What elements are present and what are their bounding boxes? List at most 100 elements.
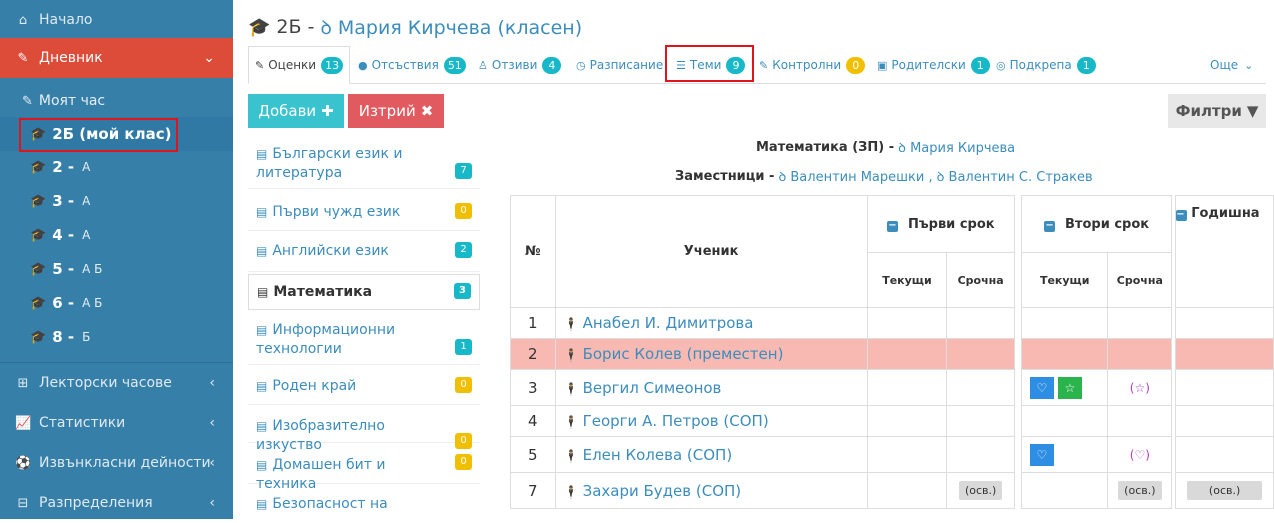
count-badge: 0 — [455, 454, 472, 470]
person-icon: 🕴 — [563, 381, 579, 396]
grade-cell[interactable] — [1107, 405, 1173, 437]
heart-icon[interactable]: ♡ — [1029, 443, 1054, 466]
grade-cell[interactable] — [1175, 405, 1274, 437]
teacher-icon: ꝺ — [898, 141, 911, 156]
grade-cell[interactable] — [1175, 307, 1274, 339]
table-row: 5 🕴 Елен Колева (СОП) ♡ (♡) — [510, 436, 1274, 473]
sidebar-item-class-8[interactable]: 🎓 8 - Б — [0, 320, 233, 354]
teacher-name: Мария Кирчева (класен) — [337, 17, 583, 39]
graduation-cap-icon: 🎓 — [30, 329, 47, 345]
grade-cell[interactable] — [1107, 338, 1173, 370]
student-name: Георги А. Петров (СОП) — [582, 412, 769, 430]
teacher-icon: ꝺ — [320, 17, 338, 39]
grade-cell[interactable] — [1020, 338, 1109, 370]
subject-item[interactable]: ▤ Информационни технологии 1 — [248, 313, 480, 365]
class-label: 3 - — [52, 192, 75, 210]
student-link[interactable]: 🕴 Анабел И. Димитрова — [554, 307, 868, 339]
sidebar-item-diary[interactable]: ✎ Дневник ⌄ — [0, 38, 233, 78]
student-link[interactable]: 🕴 Вергил Симеонов — [554, 369, 868, 406]
delete-button[interactable]: Изтрий ✖ — [348, 94, 444, 128]
sidebar-item-class-4[interactable]: 🎓 4 - А — [0, 218, 233, 252]
subject-label: Първи чужд език — [272, 204, 401, 220]
student-link[interactable]: 🕴 Георги А. Петров (СОП) — [554, 405, 868, 437]
grade-cell[interactable]: ♡ — [1020, 436, 1109, 473]
grade-cell[interactable]: (осв.) — [1107, 472, 1173, 509]
subject-item[interactable]: ▤ Роден край 0 — [248, 369, 480, 405]
subject-item[interactable]: ▤ Домашен бит и техника 0 — [248, 448, 480, 492]
tab-tests[interactable]: ✎ Контролни 0 — [753, 46, 871, 84]
grade-cell[interactable] — [1175, 369, 1274, 406]
col-term1[interactable]: − Първи срок — [866, 195, 1015, 253]
grade-cell[interactable]: (осв.) — [946, 472, 1015, 509]
grade-cell[interactable]: (♡) — [1107, 436, 1173, 473]
sidebar-item-extra[interactable]: ⚽ Извънкласни дейности ‹ — [0, 443, 233, 483]
subject-item[interactable]: ▤ Първи чужд език 0 — [248, 195, 480, 231]
count-badge: 1 — [970, 56, 990, 74]
sidebar-item-class-2[interactable]: 🎓 2 - А — [0, 150, 233, 184]
grade-cell[interactable] — [946, 369, 1015, 406]
grade-cell[interactable] — [866, 436, 948, 473]
substitute-link[interactable]: ꝺ Валентин С. Стракев — [937, 167, 1093, 185]
person-icon: 🕴 — [563, 348, 579, 362]
grade-cell[interactable] — [866, 405, 948, 437]
grade-cell[interactable] — [946, 405, 1015, 437]
count-badge: 1 — [455, 339, 472, 355]
sidebar-item-class-5[interactable]: 🎓 5 - А Б — [0, 252, 233, 286]
teacher-name: Мария Кирчева — [910, 141, 1016, 156]
subject-item[interactable]: ▤ Български език и литература 7 — [248, 137, 480, 189]
grade-cell[interactable] — [1107, 307, 1173, 339]
person-icon: 🕴 — [563, 484, 579, 499]
sidebar-item-home[interactable]: ⌂ Начало — [0, 0, 233, 40]
grade-cell[interactable] — [866, 472, 948, 509]
sidebar-item-my-hour[interactable]: ✎ Моят час — [0, 84, 233, 118]
filter-button[interactable]: Филтри ▼ — [1168, 94, 1266, 128]
count-badge: 1 — [1076, 56, 1096, 74]
sidebar-item-class-6[interactable]: 🎓 6 - А Б — [0, 286, 233, 320]
sidebar-item-lecture[interactable]: ⊞ Лекторски часове ‹ — [0, 363, 233, 403]
grade-cell[interactable] — [1175, 436, 1274, 473]
substitute-link[interactable]: ꝺ Валентин Марешки , — [778, 167, 932, 185]
subject-label: Роден край — [272, 378, 357, 394]
teacher-link[interactable]: ꝺ Мария Кирчева — [898, 138, 1015, 156]
grade-cell[interactable] — [1020, 307, 1109, 339]
student-link[interactable]: 🕴 Елен Колева (СОП) — [554, 436, 868, 473]
tab-parents[interactable]: ▣ Родителски 1 — [871, 46, 996, 84]
grade-cell[interactable] — [1020, 472, 1109, 509]
tab-reviews[interactable]: ♙ Отзиви 4 — [472, 46, 567, 84]
tab-grades[interactable]: ✎ Оценки 13 — [248, 46, 351, 84]
grade-cell[interactable]: (осв.) — [1175, 472, 1274, 509]
sidebar-item-class-3[interactable]: 🎓 3 - А — [0, 184, 233, 218]
subject-item[interactable]: ▤ Английски език 2 — [248, 234, 480, 272]
grade-cell[interactable] — [866, 338, 948, 370]
student-link[interactable]: 🕴 Борис Колев (преместен) — [554, 338, 868, 370]
grade-cell[interactable]: ♡ ☆ — [1020, 369, 1109, 406]
subject-item-active[interactable]: ▤ Математика 3 — [248, 274, 480, 310]
sidebar-item-stats[interactable]: 📈 Статистики ‹ — [0, 403, 233, 443]
star-icon[interactable]: ☆ — [1057, 376, 1082, 399]
sidebar-item-distrib[interactable]: ⊟ Разпределения ‹ — [0, 483, 233, 523]
grade-cell[interactable] — [946, 436, 1015, 473]
tab-schedule[interactable]: ◷ Разписание — [570, 46, 669, 84]
col-year[interactable]: − Годишна — [1175, 195, 1274, 308]
tab-support[interactable]: ◎ Подкрепа 1 — [990, 46, 1102, 84]
student-link[interactable]: 🕴 Захари Будев (СОП) — [554, 472, 868, 509]
teacher-link[interactable]: ꝺ Мария Кирчева (класен) — [320, 14, 582, 40]
grade-cell[interactable] — [1020, 405, 1109, 437]
subject-item[interactable]: ▤ Безопасност на — [248, 487, 480, 523]
tab-more[interactable]: Още ⌄ — [1204, 46, 1259, 84]
grade-cell[interactable] — [946, 307, 1015, 339]
student-name: Захари Будев (СОП) — [582, 481, 742, 500]
add-button[interactable]: Добави ✚ — [248, 94, 344, 128]
subject-item[interactable]: ▤ Изобразително изкуство 0 — [248, 409, 480, 453]
grade-cell[interactable] — [1175, 338, 1274, 370]
grade-cell[interactable] — [866, 307, 948, 339]
student-name: Борис Колев (преместен) — [582, 345, 784, 363]
heart-icon[interactable]: ♡ — [1029, 376, 1054, 399]
add-label: Добави — [258, 102, 317, 120]
grade-cell[interactable] — [946, 338, 1015, 370]
tab-absences[interactable]: ● Отсъствия 51 — [352, 46, 472, 84]
grade-cell[interactable]: (☆) — [1107, 369, 1173, 406]
tab-label: Подкрепа — [1009, 58, 1072, 72]
col-term2[interactable]: − Втори срок — [1020, 195, 1173, 253]
grade-cell[interactable] — [866, 369, 948, 406]
